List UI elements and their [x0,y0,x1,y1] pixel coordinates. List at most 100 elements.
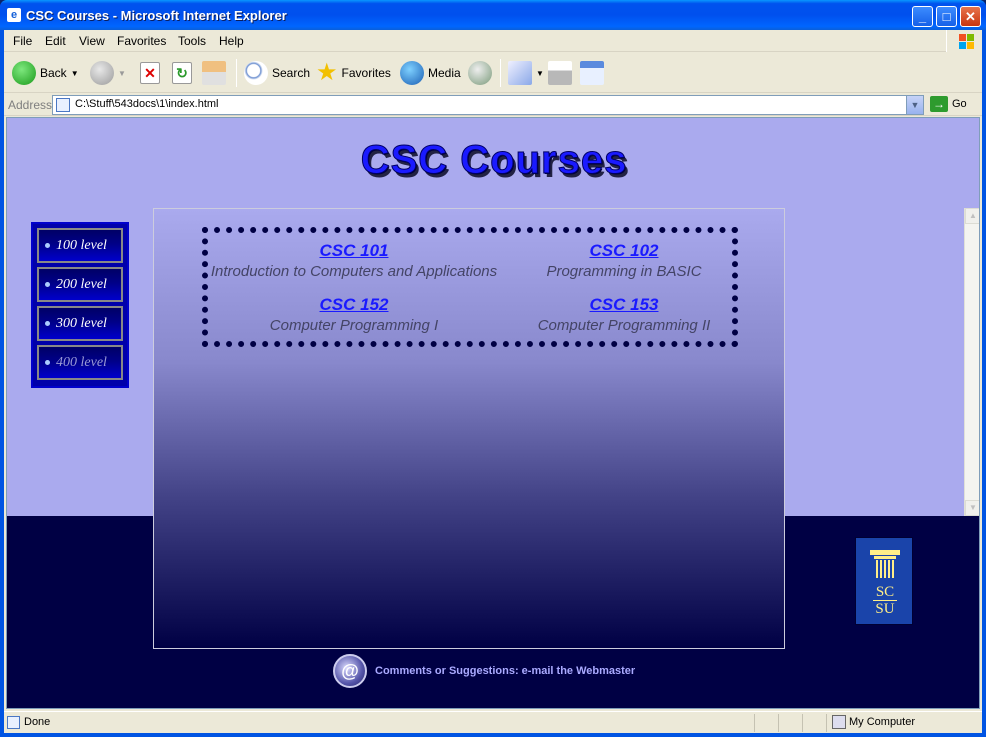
course-link[interactable]: CSC 102 [474,241,774,261]
print-icon [548,61,572,85]
level-label: 400 level [56,355,107,370]
course-item: CSC 101 Introduction to Computers and Ap… [204,241,504,280]
edit-page-icon [580,61,604,85]
email-at-icon[interactable]: @ [333,654,367,688]
level-label: 100 level [56,238,107,253]
go-arrow-icon: → [930,96,948,112]
bullet-icon [45,282,50,288]
address-bar: Address C:\Stuff\543docs\1\index.html ▼ … [4,94,982,116]
minimize-button[interactable]: _ [912,6,933,27]
menu-file[interactable]: File [13,34,32,48]
search-label: Search [272,66,311,80]
bullet-icon [45,321,50,327]
media-label: Media [428,66,461,80]
menu-view[interactable]: View [79,34,105,48]
scsu-logo: SC SU [855,537,913,625]
level-200-button[interactable]: 200 level [37,267,123,302]
course-title: Programming in BASIC [546,263,702,280]
menu-bar: File Edit View Favorites Tools Help [4,30,982,52]
course-link[interactable]: CSC 101 [204,241,504,261]
inner-scrollbar[interactable]: ▲ ▼ [964,208,979,516]
history-button[interactable] [468,59,492,87]
home-icon [202,61,226,85]
menu-help[interactable]: Help [219,34,244,48]
course-link[interactable]: CSC 152 [204,295,504,315]
search-icon [244,61,268,85]
home-button[interactable] [202,59,226,87]
level-100-button[interactable]: 100 level [37,228,123,263]
footer: @ Comments or Suggestions: e-mail the We… [333,654,635,688]
history-icon [468,61,492,85]
level-nav: 100 level 200 level 300 level 400 level [31,222,129,388]
level-label: 300 level [56,316,107,331]
status-bar: Done My Computer [4,711,982,733]
mail-button[interactable]: ▼ [508,59,544,87]
courses-panel: CSC 101 Introduction to Computers and Ap… [153,208,785,649]
scroll-down-icon[interactable]: ▼ [965,500,979,516]
scroll-up-icon[interactable]: ▲ [965,208,979,224]
edit-button[interactable] [580,59,604,87]
menu-favorites[interactable]: Favorites [117,34,166,48]
media-globe-icon [400,61,424,85]
media-button[interactable]: Media [400,59,461,87]
computer-icon [832,715,846,729]
browser-window: e CSC Courses - Microsoft Internet Explo… [0,0,986,737]
windows-logo-icon [946,30,982,52]
logo-line: SC [875,584,895,600]
courses-dotted-border: CSC 101 Introduction to Computers and Ap… [202,227,738,347]
favorites-star-icon: ★ [316,59,338,86]
course-item: CSC 153 Computer Programming II [474,295,774,334]
level-label: 200 level [56,277,107,292]
address-dropdown-icon[interactable]: ▼ [906,96,923,114]
refresh-button[interactable]: ↻ [172,59,192,87]
go-label: Go [952,98,967,110]
column-icon [870,550,900,578]
course-title: Introduction to Computers and Applicatio… [210,263,498,280]
toolbar: Back ▼ ▼ ✕ ↻ Search ★ Favorites Media ▼ [4,53,982,93]
logo-text: SC SU [856,584,914,617]
back-button[interactable]: Back ▼ [12,59,79,87]
stop-icon: ✕ [140,62,160,84]
back-dropdown-icon[interactable]: ▼ [71,69,79,78]
maximize-button[interactable]: □ [936,6,957,27]
title-bar[interactable]: e CSC Courses - Microsoft Internet Explo… [0,0,986,30]
forward-button[interactable]: ▼ [90,59,126,87]
go-button[interactable]: → Go [930,96,967,112]
footer-link[interactable]: Comments or Suggestions: e-mail the Webm… [375,665,635,677]
bullet-icon [45,243,50,249]
print-button[interactable] [548,59,572,87]
address-label: Address [8,98,53,112]
close-button[interactable]: ✕ [960,6,981,27]
page-viewport: CSC Courses 100 level 200 level 300 leve… [6,117,980,709]
course-link[interactable]: CSC 153 [474,295,774,315]
ie-icon: e [7,8,21,22]
menu-edit[interactable]: Edit [45,34,66,48]
page-done-icon [7,716,20,729]
window-client: File Edit View Favorites Tools Help Back… [4,30,982,733]
course-item: CSC 102 Programming in BASIC [474,241,774,280]
favorites-label: Favorites [341,66,391,80]
address-input[interactable]: C:\Stuff\543docs\1\index.html ▼ [52,95,924,115]
course-title: Computer Programming II [537,317,711,334]
bullet-icon [45,360,50,366]
address-url: C:\Stuff\543docs\1\index.html [75,98,219,110]
stop-button[interactable]: ✕ [140,59,160,87]
page-icon [56,98,70,112]
search-button[interactable]: Search [244,59,310,87]
page-heading: CSC Courses [360,138,628,183]
back-arrow-icon [12,61,36,85]
refresh-icon: ↻ [172,62,192,84]
course-title: Computer Programming I [269,317,439,334]
status-text: Done [24,716,51,728]
mail-dropdown-icon[interactable]: ▼ [536,69,544,78]
back-label: Back [40,66,67,80]
logo-line: SU [873,600,897,617]
level-400-button[interactable]: 400 level [37,345,123,380]
security-zone: My Computer [849,716,916,728]
menu-tools[interactable]: Tools [178,34,206,48]
forward-dropdown-icon[interactable]: ▼ [118,69,126,78]
mail-icon [508,61,532,85]
favorites-button[interactable]: ★ Favorites [316,59,391,87]
level-300-button[interactable]: 300 level [37,306,123,341]
window-title: CSC Courses - Microsoft Internet Explore… [26,8,287,23]
